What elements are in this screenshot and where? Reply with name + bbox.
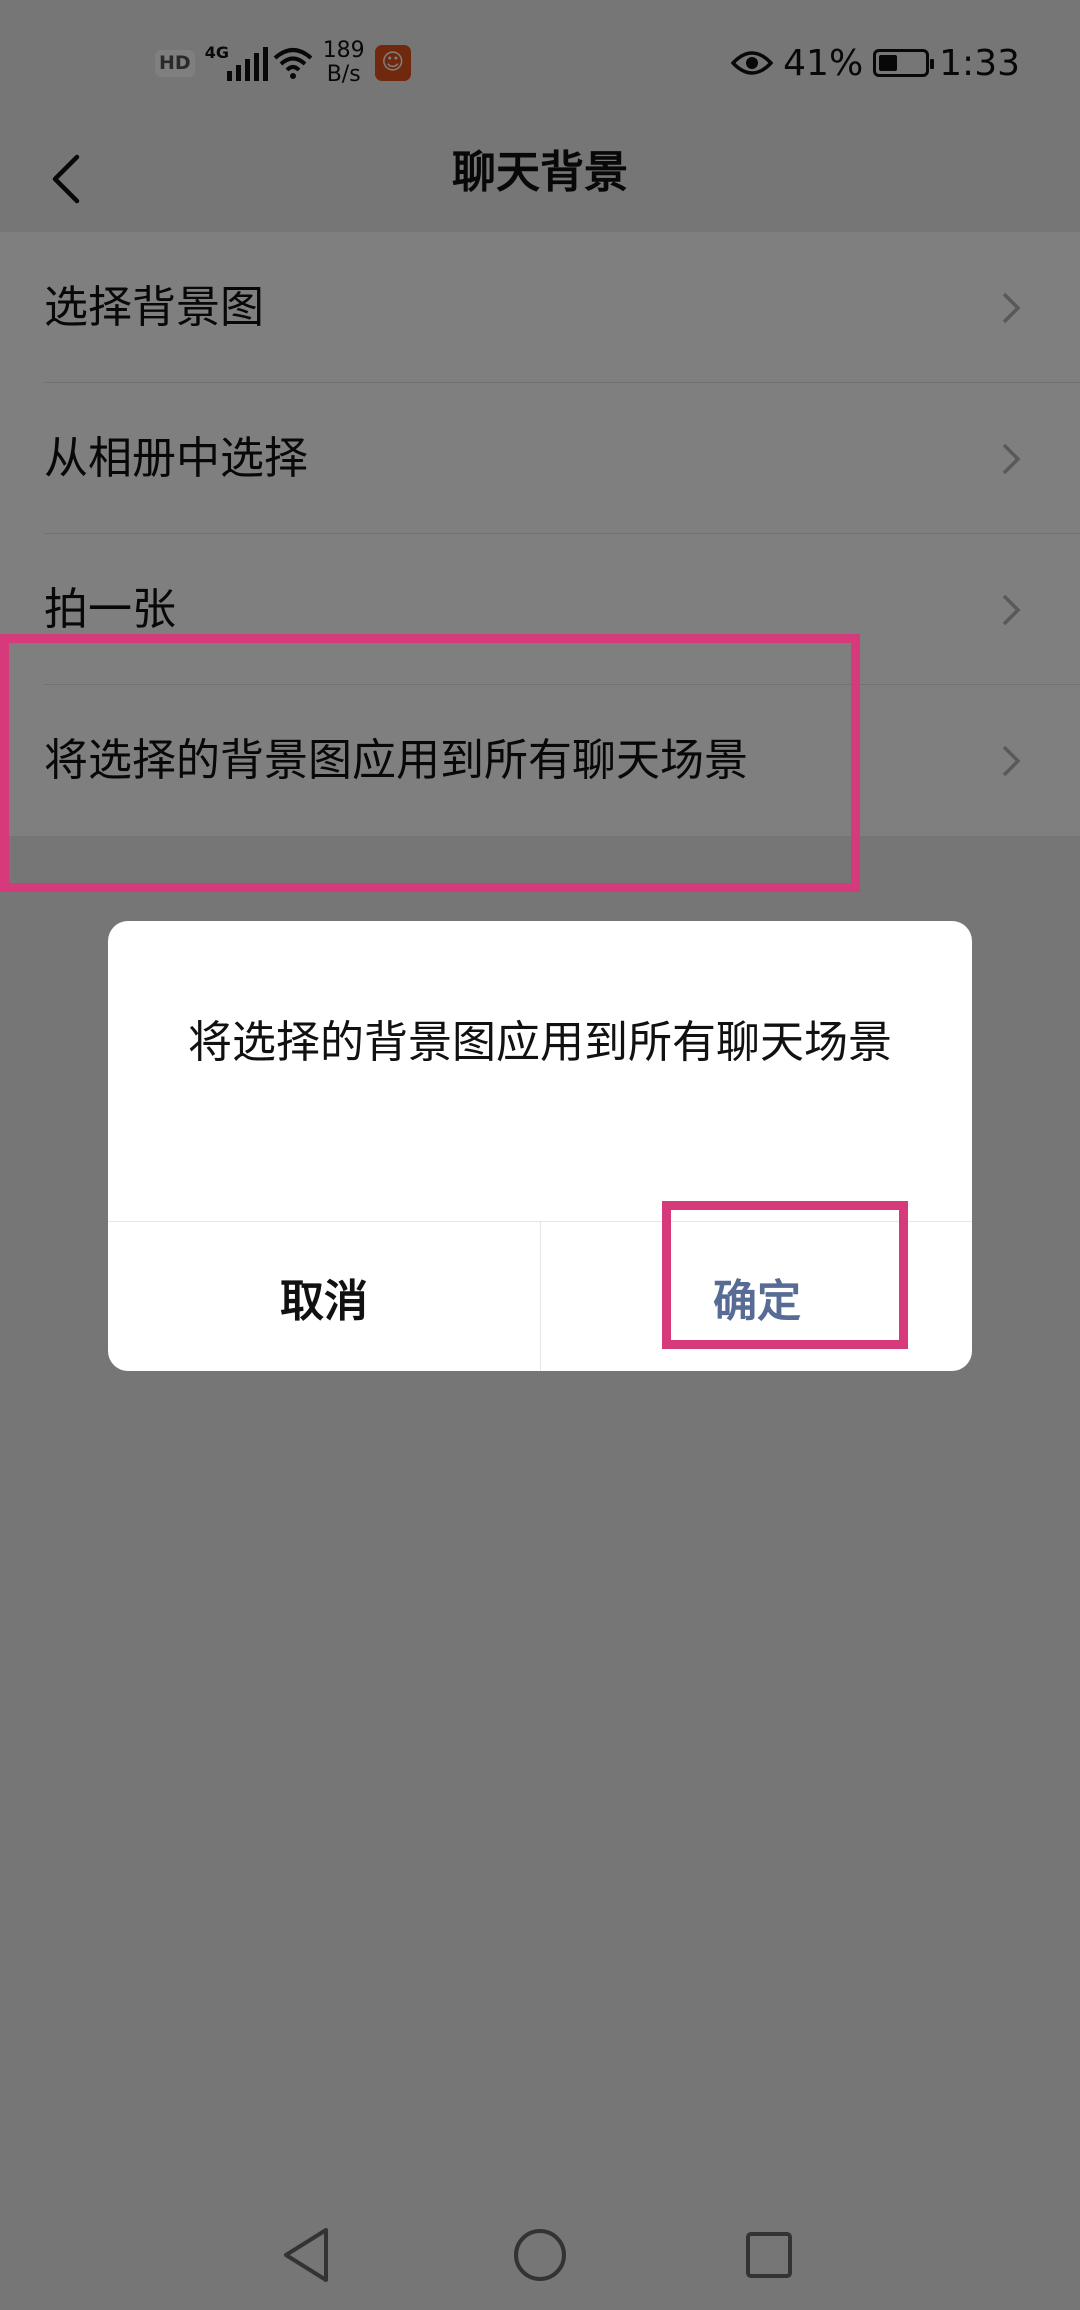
highlight-box-list-item — [0, 634, 860, 892]
home-circle-icon[interactable] — [505, 2220, 575, 2290]
recents-square-icon[interactable] — [734, 2220, 804, 2290]
system-nav-bar — [0, 2200, 1080, 2310]
highlight-box-confirm — [662, 1201, 908, 1349]
cancel-button[interactable]: 取消 — [108, 1222, 540, 1371]
back-triangle-icon[interactable] — [272, 2220, 342, 2290]
dialog-message: 将选择的背景图应用到所有聊天场景 — [188, 1017, 892, 1068]
